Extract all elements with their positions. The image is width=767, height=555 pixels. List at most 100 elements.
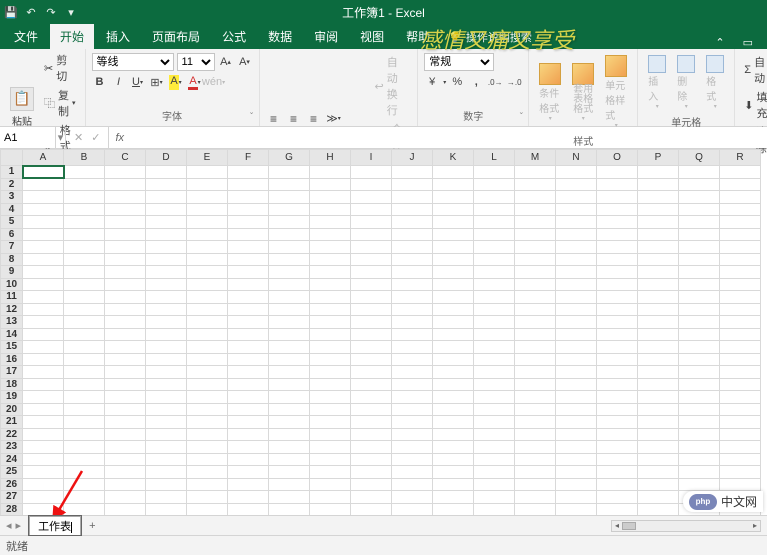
cell[interactable] [105, 178, 146, 191]
cell[interactable] [392, 366, 433, 379]
cell[interactable] [515, 166, 556, 179]
cell[interactable] [392, 203, 433, 216]
cell[interactable] [310, 503, 351, 515]
cell[interactable] [187, 253, 228, 266]
cell[interactable] [720, 466, 761, 479]
cell[interactable] [310, 353, 351, 366]
cell[interactable] [269, 303, 310, 316]
cell[interactable] [146, 391, 187, 404]
cell[interactable] [638, 416, 679, 429]
cell[interactable] [638, 266, 679, 279]
cell[interactable] [146, 253, 187, 266]
col-header[interactable]: C [105, 150, 146, 166]
cell[interactable] [269, 491, 310, 504]
cell[interactable] [64, 416, 105, 429]
cell[interactable] [23, 228, 64, 241]
row-header[interactable]: 25 [1, 466, 23, 479]
cell[interactable] [597, 328, 638, 341]
cell[interactable] [720, 328, 761, 341]
increase-font-button[interactable]: A▴ [218, 54, 234, 70]
align-middle-button[interactable] [286, 111, 302, 127]
cell[interactable] [638, 503, 679, 515]
cell[interactable] [105, 303, 146, 316]
cell[interactable] [23, 203, 64, 216]
cell[interactable] [474, 253, 515, 266]
cell[interactable] [228, 203, 269, 216]
cell[interactable] [187, 341, 228, 354]
cell[interactable] [269, 241, 310, 254]
insert-cells-button[interactable]: 插入▾ [644, 53, 670, 112]
col-header[interactable]: M [515, 150, 556, 166]
cell[interactable] [515, 253, 556, 266]
cell[interactable] [310, 416, 351, 429]
cell[interactable] [228, 466, 269, 479]
cell[interactable] [146, 166, 187, 179]
cell[interactable] [433, 366, 474, 379]
cell[interactable] [474, 466, 515, 479]
cell[interactable] [228, 178, 269, 191]
col-header[interactable]: E [187, 150, 228, 166]
cell[interactable] [392, 166, 433, 179]
cell[interactable] [351, 303, 392, 316]
cell[interactable] [146, 353, 187, 366]
cell[interactable] [105, 353, 146, 366]
cell[interactable] [228, 191, 269, 204]
cell[interactable] [228, 378, 269, 391]
cell[interactable] [146, 266, 187, 279]
cell[interactable] [597, 291, 638, 304]
cell[interactable] [105, 253, 146, 266]
row-header[interactable]: 26 [1, 478, 23, 491]
cell[interactable] [105, 478, 146, 491]
cell[interactable] [392, 391, 433, 404]
cell[interactable] [351, 428, 392, 441]
cell[interactable] [720, 303, 761, 316]
cell[interactable] [638, 316, 679, 329]
cell[interactable] [638, 466, 679, 479]
cell[interactable] [269, 328, 310, 341]
cell[interactable] [556, 403, 597, 416]
row-header[interactable]: 21 [1, 416, 23, 429]
cell[interactable] [679, 341, 720, 354]
cell[interactable] [23, 241, 64, 254]
wrap-text-button[interactable]: 自动换行 [372, 53, 412, 119]
cell[interactable] [269, 466, 310, 479]
cell[interactable] [433, 291, 474, 304]
name-box[interactable] [0, 127, 56, 148]
cell[interactable] [556, 328, 597, 341]
cell[interactable] [310, 428, 351, 441]
cell[interactable] [392, 316, 433, 329]
cell[interactable] [392, 491, 433, 504]
cell[interactable] [351, 291, 392, 304]
cell[interactable] [515, 491, 556, 504]
cell[interactable] [105, 441, 146, 454]
cell[interactable] [679, 253, 720, 266]
cell[interactable] [105, 266, 146, 279]
cell[interactable] [433, 228, 474, 241]
cell[interactable] [187, 416, 228, 429]
row-header[interactable]: 28 [1, 503, 23, 515]
cell[interactable] [515, 178, 556, 191]
cell[interactable] [310, 466, 351, 479]
cell[interactable] [392, 453, 433, 466]
cell[interactable] [515, 503, 556, 515]
worksheet-grid[interactable]: ABCDEFGHIJKLMNOPQR1234567891011121314151… [0, 149, 767, 515]
cell[interactable] [105, 241, 146, 254]
cell[interactable] [720, 428, 761, 441]
cell[interactable] [105, 341, 146, 354]
cell[interactable] [679, 203, 720, 216]
cell[interactable] [269, 203, 310, 216]
cell[interactable] [146, 216, 187, 229]
cell[interactable] [187, 391, 228, 404]
cell[interactable] [597, 178, 638, 191]
col-header[interactable]: D [146, 150, 187, 166]
col-header[interactable]: J [392, 150, 433, 166]
cell[interactable] [269, 366, 310, 379]
cell[interactable] [64, 291, 105, 304]
cell[interactable] [720, 216, 761, 229]
cell[interactable] [474, 266, 515, 279]
cell[interactable] [187, 166, 228, 179]
cell[interactable] [515, 441, 556, 454]
cell[interactable] [720, 441, 761, 454]
cell[interactable] [433, 316, 474, 329]
cell[interactable] [720, 203, 761, 216]
